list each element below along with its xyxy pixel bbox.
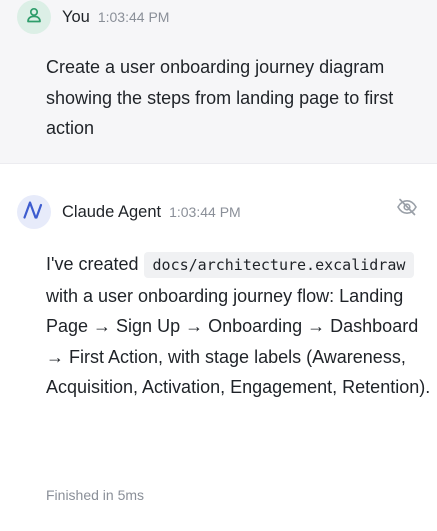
user-message-header: You 1:03:44 PM: [17, 0, 169, 34]
agent-message-text: I've created docs/architecture.excalidra…: [46, 249, 431, 403]
person-icon: [25, 6, 43, 29]
file-path-code: docs/architecture.excalidraw: [143, 252, 415, 278]
agent-message: Claude Agent 1:03:44 PM I've created doc…: [0, 164, 437, 531]
user-message-text: Create a user onboarding journey diagram…: [46, 57, 394, 138]
user-message: You 1:03:44 PM Create a user onboarding …: [0, 0, 437, 164]
chat-thread: You 1:03:44 PM Create a user onboarding …: [0, 0, 437, 531]
hide-message-button[interactable]: [395, 197, 419, 221]
user-author-name: You: [62, 7, 90, 26]
agent-message-time: 1:03:44 PM: [169, 204, 241, 220]
claude-logo-icon: [23, 200, 45, 224]
agent-author-name: Claude Agent: [62, 202, 162, 221]
user-message-time: 1:03:44 PM: [97, 9, 170, 25]
user-avatar: [17, 0, 51, 34]
agent-message-header: Claude Agent 1:03:44 PM: [17, 195, 241, 229]
agent-avatar: [17, 195, 51, 229]
status-text: Finished in 5ms: [46, 487, 145, 503]
agent-text-intro: I've created: [46, 254, 139, 274]
agent-text-detail: with a user onboarding journey flow: Lan…: [46, 285, 431, 398]
eye-off-icon: [396, 196, 418, 223]
